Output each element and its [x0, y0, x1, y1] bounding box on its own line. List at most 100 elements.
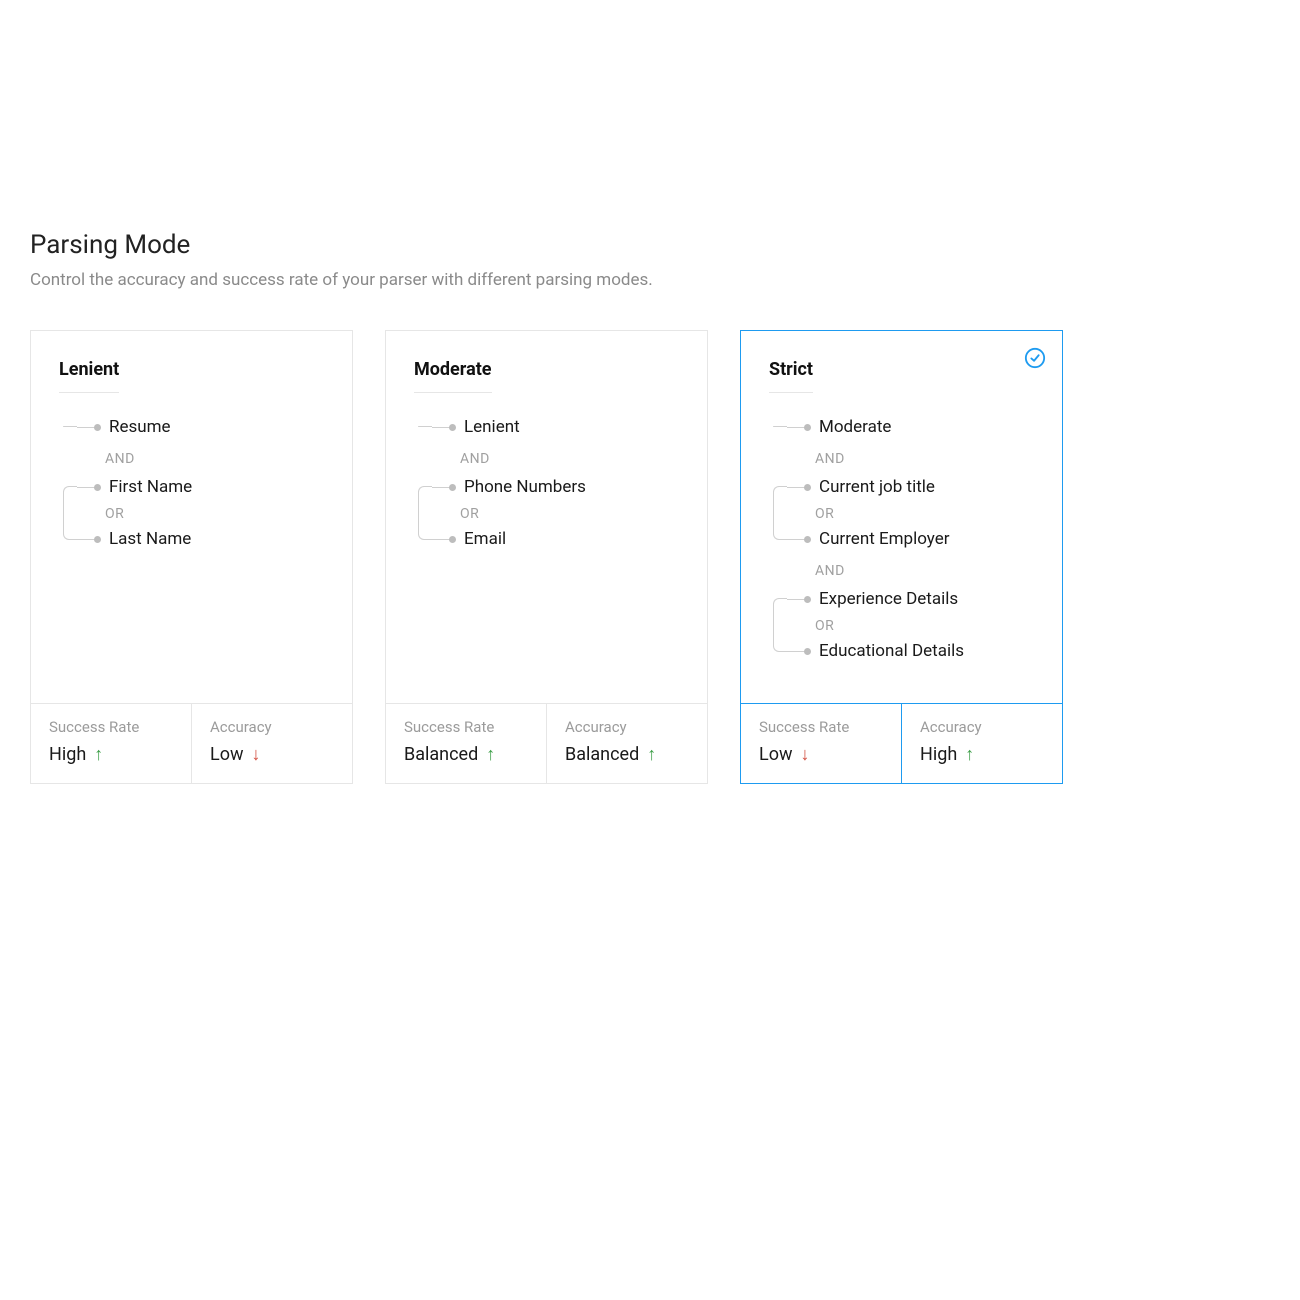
rule-group: Experience Details OR Educational Details	[773, 587, 1034, 663]
arrow-up-icon: ↑	[486, 746, 495, 764]
parsing-mode-cards: LenientResumeANDFirst NameORLast NameSuc…	[30, 330, 1270, 784]
metric-value: High	[920, 744, 957, 765]
rule-item-label: Current job title	[819, 477, 935, 497]
bracket-line	[63, 486, 77, 540]
metric-success_rate: Success Rate Balanced ↑	[386, 704, 546, 783]
operator-or: OR	[773, 503, 1034, 525]
node-dot-icon	[804, 536, 811, 543]
page-title: Parsing Mode	[30, 230, 1270, 260]
bracket-line	[773, 598, 787, 652]
rule-tree: Moderate AND Current job title OR Current Em…	[769, 415, 1034, 663]
node-dot-icon	[94, 424, 101, 431]
arrow-up-icon: ↑	[965, 746, 974, 764]
rule-item: Lenient	[418, 415, 679, 439]
metric-value: Low	[759, 744, 793, 765]
metric-label: Accuracy	[920, 718, 1044, 736]
metric-label: Success Rate	[759, 718, 883, 736]
node-dot-icon	[449, 484, 456, 491]
rule-item-label: First Name	[109, 477, 192, 497]
operator-and: AND	[773, 451, 1034, 467]
card-footer: Success Rate Low ↓ Accuracy High ↑	[741, 703, 1062, 783]
rule-item-label: Educational Details	[819, 641, 964, 661]
rule-item-label: Moderate	[819, 417, 891, 437]
node-dot-icon	[94, 536, 101, 543]
rule-item-label: Email	[464, 529, 506, 549]
connector-line	[787, 539, 805, 540]
rule-item-label: Lenient	[464, 417, 520, 437]
bracket-line	[63, 426, 77, 427]
arrow-up-icon: ↑	[94, 746, 103, 764]
rule-item: Moderate	[773, 415, 1034, 439]
metric-value-row: High↑	[49, 744, 173, 765]
rule-item: First Name	[63, 475, 324, 499]
parsing-mode-card-strict[interactable]: StrictModerateANDCurrent job titleORCurr…	[740, 330, 1063, 784]
node-dot-icon	[804, 596, 811, 603]
rule-item: Resume	[63, 415, 324, 439]
bracket-line	[773, 426, 787, 427]
node-dot-icon	[804, 648, 811, 655]
rule-group: Lenient	[418, 415, 679, 439]
connector-line	[77, 539, 95, 540]
connector-line	[787, 651, 805, 652]
rule-item: Current Employer	[773, 527, 1034, 551]
operator-or: OR	[773, 615, 1034, 637]
rule-tree: Lenient AND Phone Numbers OR Email	[414, 415, 679, 551]
operator-and: AND	[773, 563, 1034, 579]
rule-item: Last Name	[63, 527, 324, 551]
card-body: ModerateLenientANDPhone NumbersOREmail	[386, 331, 707, 703]
operator-and: AND	[63, 451, 324, 467]
rule-item-label: Experience Details	[819, 589, 958, 609]
parsing-mode-card-moderate[interactable]: ModerateLenientANDPhone NumbersOREmailSu…	[385, 330, 708, 784]
card-body: StrictModerateANDCurrent job titleORCurr…	[741, 331, 1062, 703]
rule-item: Educational Details	[773, 639, 1034, 663]
metric-value: Balanced	[404, 744, 478, 765]
metric-success_rate: Success Rate Low ↓	[741, 704, 901, 783]
connector-line	[787, 487, 805, 488]
metric-label: Success Rate	[404, 718, 528, 736]
operator-or: OR	[418, 503, 679, 525]
connector-line	[787, 599, 805, 600]
rule-item: Phone Numbers	[418, 475, 679, 499]
bracket-line	[773, 486, 787, 540]
bracket-line	[418, 426, 432, 427]
card-footer: Success Rate Balanced ↑ Accuracy Balanced ↑	[386, 703, 707, 783]
connector-line	[432, 487, 450, 488]
page-subtitle: Control the accuracy and success rate of…	[30, 270, 1270, 290]
rule-item: Email	[418, 527, 679, 551]
metric-accuracy: AccuracyLow↓	[191, 704, 352, 783]
rule-group: Current job title OR Current Employer	[773, 475, 1034, 551]
metric-value-row: Low ↓	[759, 744, 883, 765]
card-body: LenientResumeANDFirst NameORLast Name	[31, 331, 352, 703]
rule-group: Resume	[63, 415, 324, 439]
rule-tree: Resume AND First NameORLast Name	[59, 415, 324, 551]
connector-line	[77, 427, 95, 428]
node-dot-icon	[804, 484, 811, 491]
connector-line	[432, 539, 450, 540]
metric-accuracy: Accuracy High ↑	[901, 704, 1062, 783]
node-dot-icon	[804, 424, 811, 431]
arrow-down-icon: ↓	[801, 746, 810, 764]
card-footer: Success RateHigh↑AccuracyLow↓	[31, 703, 352, 783]
metric-label: Accuracy	[565, 718, 689, 736]
connector-line	[77, 487, 95, 488]
connector-line	[432, 427, 450, 428]
rule-item-label: Current Employer	[819, 529, 950, 549]
rule-group: First NameORLast Name	[63, 475, 324, 551]
rule-item: Current job title	[773, 475, 1034, 499]
metric-success_rate: Success RateHigh↑	[31, 704, 191, 783]
arrow-up-icon: ↑	[647, 746, 656, 764]
metric-value-row: Low ↓	[210, 744, 334, 765]
metric-value-row: High ↑	[920, 744, 1044, 765]
rule-item: Experience Details	[773, 587, 1034, 611]
metric-value: Low	[210, 744, 244, 765]
bracket-line	[418, 486, 432, 540]
rule-item-label: Resume	[109, 417, 171, 437]
operator-and: AND	[418, 451, 679, 467]
metric-value-row: Balanced ↑	[404, 744, 528, 765]
card-title: Strict	[769, 359, 813, 393]
parsing-mode-card-lenient[interactable]: LenientResumeANDFirst NameORLast NameSuc…	[30, 330, 353, 784]
rule-item-label: Phone Numbers	[464, 477, 586, 497]
connector-line	[787, 427, 805, 428]
rule-group: Phone Numbers OR Email	[418, 475, 679, 551]
arrow-down-icon: ↓	[252, 746, 261, 764]
